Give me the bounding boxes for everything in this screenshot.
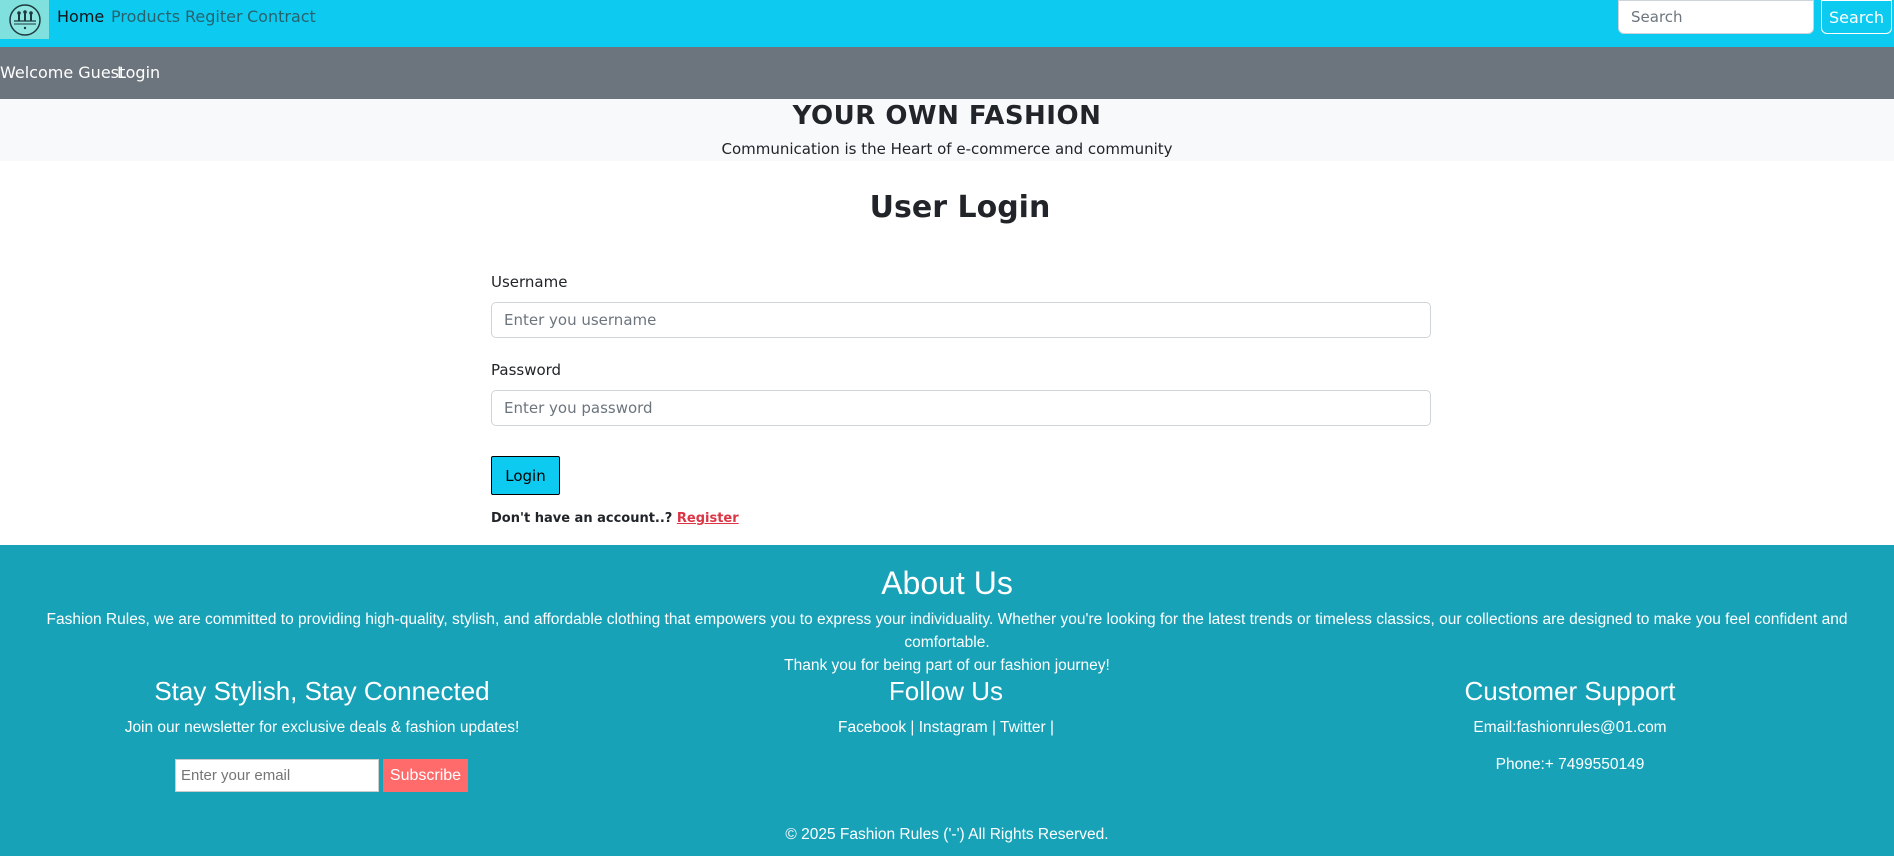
subscribe-button[interactable]: Subscribe	[383, 759, 468, 792]
about-line-2: Thank you for being part of our fashion …	[784, 657, 1110, 674]
support-title: Customer Support	[1464, 676, 1676, 706]
about-title: About Us	[881, 565, 1013, 601]
newsletter-email-input[interactable]: Enter your email	[175, 759, 379, 792]
login-button[interactable]: Login	[491, 456, 560, 495]
register-link[interactable]: Register	[677, 511, 739, 526]
register-prompt: Don't have an account..? Register	[491, 511, 739, 526]
password-label: Password	[491, 361, 562, 379]
social-links[interactable]: Facebook | Instagram | Twitter |	[696, 719, 1196, 737]
newsletter-text: Join our newsletter for exclusive deals …	[124, 719, 520, 736]
login-title: User Login	[869, 190, 1051, 225]
brand-banner: YOUR OWN FASHION Communication is the He…	[0, 99, 1894, 161]
search-input[interactable]: Search	[1618, 0, 1814, 34]
welcome-text: Welcome Guest	[0, 63, 126, 82]
newsletter-title: Stay Stylish, Stay Connected	[154, 676, 490, 706]
follow-title: Follow Us	[888, 676, 1004, 706]
user-status-bar: Welcome Guest Login	[0, 47, 1894, 99]
nav-register-link[interactable]: Regiter	[185, 0, 243, 34]
copyright-text: © 2025 Fashion Rules ('-') All Rights Re…	[785, 826, 1109, 843]
password-input[interactable]: Enter you password	[491, 390, 1431, 426]
account-prompt-text: Don't have an account..?	[491, 511, 677, 526]
support-email: Email:fashionrules@01.com	[1473, 719, 1667, 736]
fashion-logo-icon[interactable]	[0, 0, 49, 39]
nav-contract-link[interactable]: Contract	[247, 0, 316, 34]
nav-products-link[interactable]: Products	[111, 0, 180, 34]
subbar-login-link[interactable]: Login	[117, 47, 160, 99]
support-phone: Phone:+ 7499550149	[1495, 756, 1645, 773]
search-button[interactable]: Search	[1821, 0, 1892, 34]
about-text: Fashion Rules, we are committed to provi…	[20, 608, 1874, 677]
footer: About Us Fashion Rules, we are committed…	[0, 545, 1894, 856]
nav-home-link[interactable]: Home	[57, 0, 104, 34]
about-line-1: Fashion Rules, we are committed to provi…	[46, 611, 1848, 651]
brand-title: YOUR OWN FASHION	[792, 101, 1102, 131]
username-input[interactable]: Enter you username	[491, 302, 1431, 338]
brand-subtitle: Communication is the Heart of e-commerce…	[721, 140, 1173, 158]
username-label: Username	[491, 273, 568, 291]
top-navbar: Home Products Regiter Contract Search Se…	[0, 0, 1894, 47]
